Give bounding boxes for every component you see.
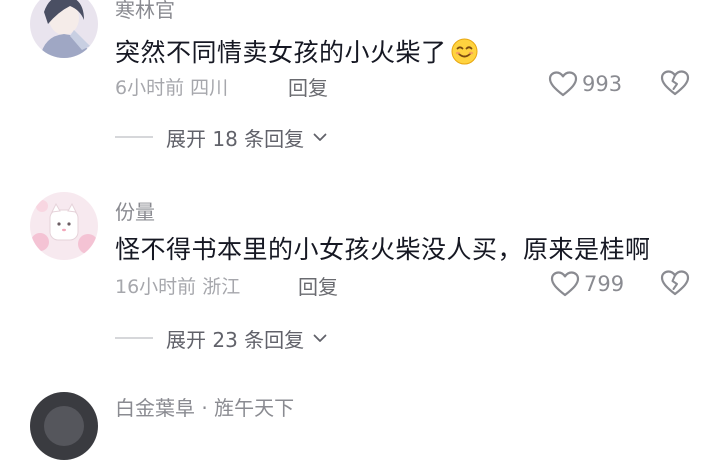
divider-line [115,136,153,138]
like-button[interactable]: 993 [548,68,622,100]
chevron-down-icon [313,133,327,141]
avatar[interactable] [30,392,98,460]
like-count: 993 [582,72,623,96]
broken-heart-icon [660,70,690,96]
timestamp: 6小时前 [115,77,185,99]
expand-replies[interactable]: 展开 18 条回复 [115,122,328,152]
expand-replies[interactable]: 展开 23 条回复 [115,323,328,353]
location: 浙江 [202,276,241,298]
divider-line [115,337,153,339]
reply-button[interactable]: 回复 [288,72,328,101]
username[interactable]: 白金葉阜 · 旌午天下 [115,392,294,421]
timestamp: 16小时前 [115,276,197,298]
location: 四川 [190,77,229,99]
like-count: 799 [584,272,625,296]
heart-icon [550,271,580,297]
comment-meta: 6小时前 四川 [115,73,228,100]
smiling-face-icon [451,38,478,65]
dislike-button[interactable] [660,269,690,299]
username[interactable]: 寒林官 [115,0,175,23]
avatar[interactable] [30,0,98,58]
expand-replies-label[interactable]: 展开 18 条回复 [166,123,304,152]
dislike-button[interactable] [660,69,690,99]
avatar[interactable] [30,192,98,260]
comment-text: 怪不得书本里的小女孩火柴没人买，原来是桂啊 [115,235,651,264]
chevron-down-icon [313,334,327,342]
comment-meta: 16小时前 浙江 [115,272,240,299]
username[interactable]: 份量 [115,196,155,225]
expand-replies-label[interactable]: 展开 23 条回复 [166,324,304,353]
heart-icon [548,71,578,97]
like-button[interactable]: 799 [550,268,624,300]
comment-text-body: 突然不同情卖女孩的小火柴了 [115,38,447,67]
comment-text: 突然不同情卖女孩的小火柴了 [115,33,478,69]
broken-heart-icon [660,270,690,296]
reply-button[interactable]: 回复 [298,271,338,300]
